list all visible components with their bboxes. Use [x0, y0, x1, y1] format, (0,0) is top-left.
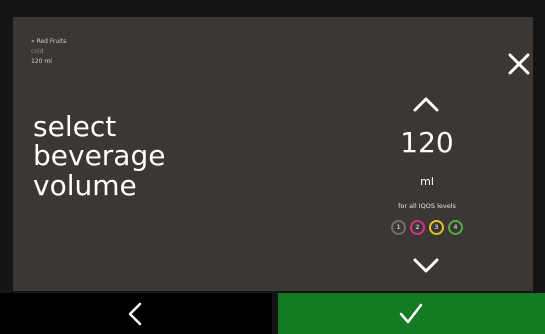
breadcrumb-volume: 120 ml: [31, 58, 52, 65]
breadcrumb-beverage: » Red Fruits: [31, 38, 67, 45]
volume-panel: » Red Fruits cold 120 ml select beverage…: [13, 17, 533, 291]
close-icon[interactable]: [505, 50, 533, 78]
volume-value: 120: [400, 126, 454, 159]
back-button[interactable]: [0, 293, 272, 334]
checkmark-icon: [399, 303, 423, 324]
title-line: volume: [33, 168, 137, 202]
chevron-up-icon[interactable]: [409, 93, 443, 115]
levels-note: for all IQOS levels: [398, 202, 456, 210]
confirm-button[interactable]: [278, 293, 545, 334]
chevron-left-icon: [128, 302, 142, 326]
chevron-down-icon[interactable]: [409, 255, 443, 277]
breadcrumb-temperature: cold: [31, 48, 44, 55]
volume-unit: ml: [420, 175, 434, 188]
screen: » Red Fruits cold 120 ml select beverage…: [0, 0, 545, 334]
level-indicators: 1 2 3 4: [375, 220, 479, 242]
level-indicator-4: 4: [448, 220, 463, 235]
level-indicator-2: 2: [410, 220, 425, 235]
breadcrumb: » Red Fruits cold 120 ml: [31, 39, 66, 69]
title-line: select: [33, 110, 117, 143]
level-indicator-1: 1: [391, 220, 406, 235]
title-line: beverage: [33, 139, 166, 173]
volume-selector: 120 ml for all IQOS levels 1 2 3 4: [367, 87, 487, 287]
level-indicator-3: 3: [429, 220, 444, 235]
page-title: select beverage volume: [33, 110, 166, 202]
